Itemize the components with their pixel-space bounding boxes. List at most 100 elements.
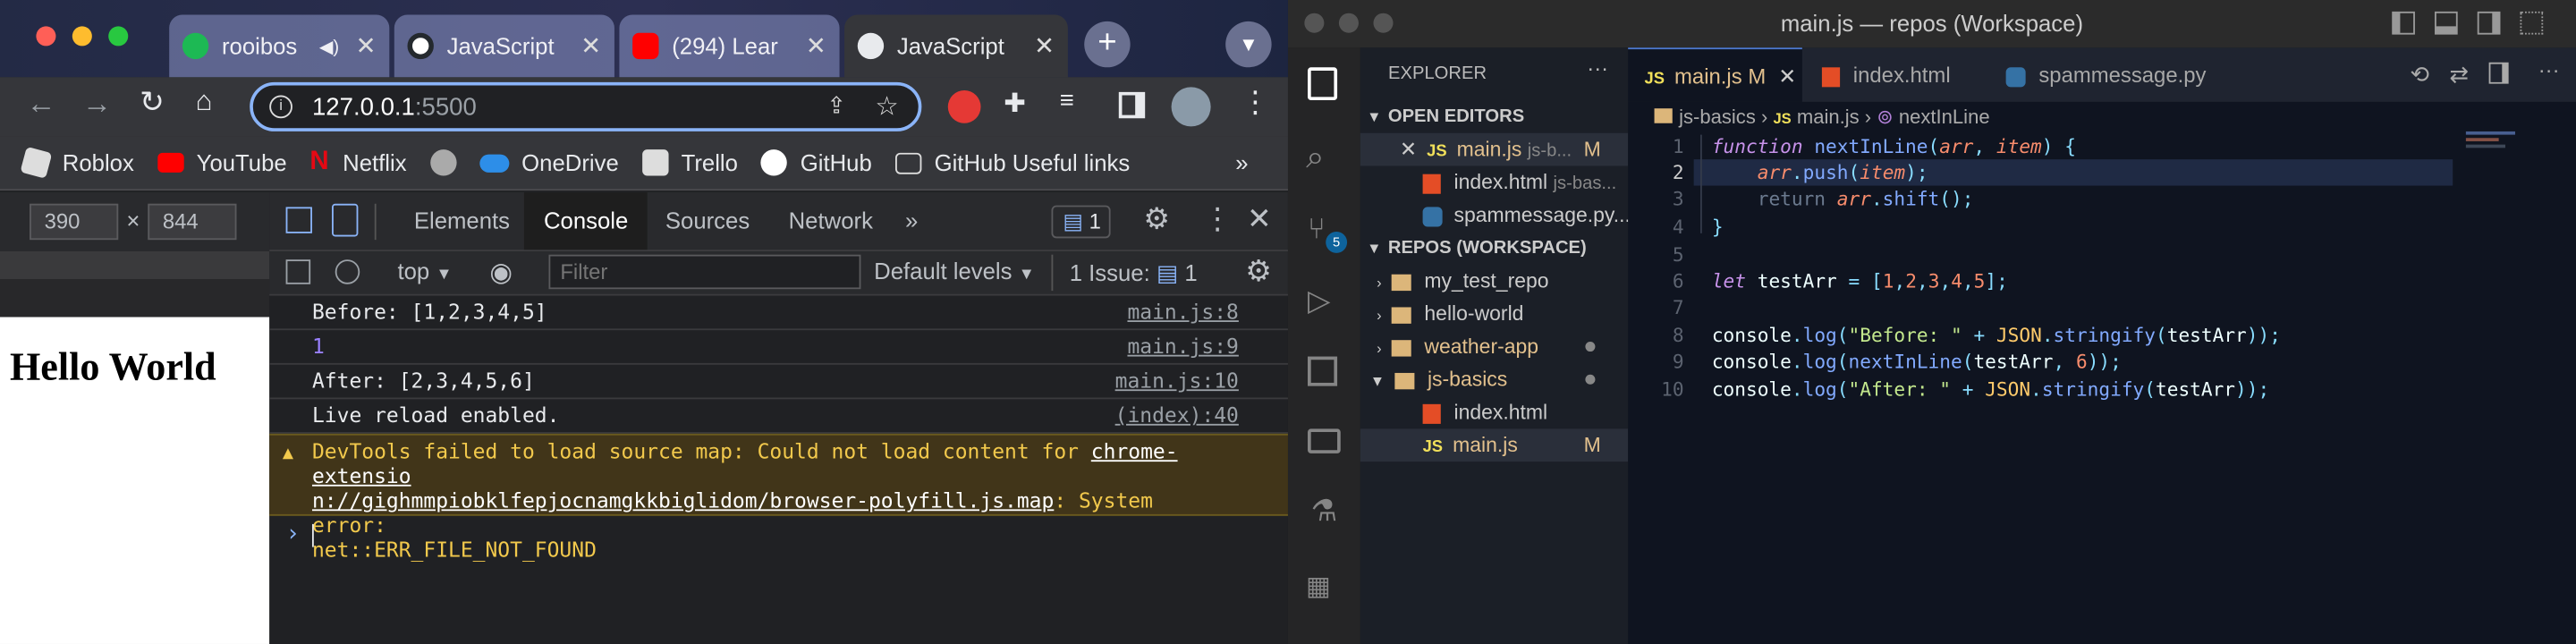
new-tab-button[interactable]: + (1084, 21, 1131, 68)
toggle-sidebar-icon[interactable] (2392, 11, 2415, 35)
console-input-cursor[interactable] (311, 523, 314, 547)
file-index-html[interactable]: index.html (1360, 396, 1628, 429)
more-tabs-button[interactable]: » (886, 192, 937, 250)
tab-youtube[interactable]: (294) Lear ✕ (619, 14, 840, 78)
profile-avatar[interactable] (1171, 87, 1211, 127)
tab-elements[interactable]: Elements (394, 192, 530, 250)
console-sidebar-icon[interactable] (285, 259, 311, 284)
toggle-secondary-sidebar-icon[interactable] (2477, 11, 2501, 35)
close-tab-icon[interactable]: ✕ (1034, 31, 1055, 61)
source-map-link-cont[interactable]: n://gighmmpiobklfepjocnamgkkbiglidom/bro… (312, 487, 1054, 513)
docker-icon[interactable]: ▦ (1306, 570, 1331, 603)
open-editor-index-html[interactable]: index.html js-bas... (1360, 166, 1628, 199)
run-debug-icon[interactable]: ▷ (1308, 284, 1330, 319)
customize-layout-icon[interactable] (2520, 11, 2544, 35)
forward-arrow-icon[interactable]: → (82, 87, 112, 122)
workspace-section[interactable]: ▼ REPOS (WORKSPACE) (1360, 232, 1628, 265)
search-icon[interactable]: ⌕ (1306, 140, 1325, 177)
source-link[interactable]: main.js:9 (1127, 330, 1238, 363)
issues-counter[interactable]: 1 Issue: ▤ 1 (1051, 254, 1198, 292)
bookmark-trello[interactable]: Trello (641, 149, 738, 176)
bookmark-roblox[interactable]: Roblox (20, 146, 134, 179)
address-bar[interactable]: i 127.0.0.1:5500 ⇪ ☆ (250, 81, 922, 131)
source-link[interactable]: main.js:10 (1115, 365, 1239, 398)
close-tab-icon[interactable]: ✕ (580, 31, 601, 61)
log-levels-dropdown[interactable]: Default levels ▼ (874, 258, 1035, 284)
close-window-button[interactable] (1304, 13, 1325, 33)
close-tab-icon[interactable]: ✕ (1778, 64, 1796, 89)
file-main-js[interactable]: JS main.js M (1360, 428, 1629, 462)
extensions-puzzle-icon[interactable]: ✚ (1004, 87, 1026, 120)
toggle-panel-icon[interactable] (2434, 11, 2458, 35)
device-toggle-icon[interactable] (332, 203, 359, 237)
site-info-icon[interactable]: i (269, 95, 292, 119)
bookmark-star-icon[interactable]: ☆ (875, 90, 898, 123)
minimap[interactable] (2465, 131, 2548, 165)
open-editor-spammessage-py[interactable]: spammessage.py... (1360, 199, 1628, 232)
ublock-icon[interactable] (947, 90, 981, 123)
remote-explorer-icon[interactable] (1308, 428, 1341, 453)
media-queue-icon[interactable]: ≡ (1060, 87, 1074, 114)
back-arrow-icon[interactable]: ← (26, 87, 55, 122)
live-expression-eye-icon[interactable]: ◉ (489, 257, 513, 290)
open-editors-section[interactable]: ▼ OPEN EDITORS (1360, 100, 1628, 133)
reload-icon[interactable]: ↻ (140, 86, 165, 121)
folder-weather-app[interactable]: › weather-app (1360, 330, 1628, 363)
tab-javascript-github[interactable]: JavaScript ✕ (394, 14, 614, 78)
close-tab-icon[interactable]: ✕ (356, 31, 377, 61)
bookmarks-overflow[interactable]: » (1235, 149, 1248, 175)
breadcrumb-folder[interactable]: js-basics (1679, 106, 1756, 129)
viewport-height-input[interactable]: 844 (148, 203, 237, 241)
compare-changes-icon[interactable]: ⇄ (2450, 61, 2470, 89)
tab-sources[interactable]: Sources (646, 192, 769, 250)
tab-network[interactable]: Network (769, 192, 893, 250)
tab-console[interactable]: Console (523, 191, 648, 250)
editor-more-icon[interactable]: ··· (2538, 57, 2560, 82)
breadcrumb-file[interactable]: main.js (1797, 106, 1860, 129)
split-editor-icon[interactable] (2488, 62, 2509, 84)
folder-my-test-repo[interactable]: › my_test_repo (1360, 265, 1628, 298)
bookmark-netflix[interactable]: N Netflix (309, 148, 406, 175)
console-settings-gear-icon[interactable]: ⚙ (1245, 255, 1272, 290)
extensions-icon[interactable] (1308, 356, 1338, 386)
side-panel-icon[interactable] (1118, 91, 1146, 119)
explorer-more-icon[interactable]: ··· (1587, 55, 1608, 80)
maximize-window-button[interactable] (108, 26, 129, 47)
tab-javascript-active[interactable]: JavaScript ✕ (844, 14, 1068, 78)
folder-hello-world[interactable]: › hello-world (1360, 297, 1628, 330)
bookmark-globe[interactable] (429, 149, 456, 176)
minimize-window-button[interactable] (1338, 13, 1359, 33)
breadcrumb-symbol[interactable]: nextInLine (1899, 106, 1990, 129)
testing-flask-icon[interactable]: ⚗ (1311, 495, 1338, 530)
close-icon[interactable]: ✕ (1400, 138, 1417, 161)
code-editor[interactable]: js-basics › JS main.js › ⊚ nextInLine 1 … (1628, 101, 2576, 644)
home-icon[interactable]: ⌂ (196, 86, 213, 119)
viewport-width-input[interactable]: 390 (30, 203, 119, 241)
open-editor-main-js[interactable]: ✕ JS main.js js-b... M (1360, 132, 1629, 166)
tab-rooibos[interactable]: rooibos ◀) ✕ (169, 14, 390, 78)
tab-search-chevron-icon[interactable]: ▼ (1225, 21, 1272, 68)
source-control-icon[interactable]: ⑂ (1308, 212, 1326, 247)
editor-tab-index-html[interactable]: index.html (1806, 47, 1990, 102)
console-filter-input[interactable] (548, 254, 861, 290)
context-selector[interactable]: top ▼ (397, 258, 452, 284)
minimize-window-button[interactable] (72, 26, 92, 47)
close-window-button[interactable] (36, 26, 56, 47)
editor-tab-main-js[interactable]: JS main.js M ✕ (1628, 47, 1802, 102)
issues-badge-button[interactable]: ▤ 1 (1051, 205, 1111, 239)
chrome-menu-icon[interactable]: ⋮ (1241, 86, 1270, 121)
clear-console-icon[interactable] (335, 259, 360, 284)
bookmark-youtube[interactable]: YouTube (157, 149, 287, 176)
bookmark-folder-github-useful-links[interactable]: GitHub Useful links (894, 149, 1130, 176)
editor-tab-spammessage-py[interactable]: spammessage.py (1989, 47, 2236, 102)
share-icon[interactable]: ⇪ (826, 92, 846, 120)
bookmark-github[interactable]: GitHub (760, 149, 872, 176)
close-tab-icon[interactable]: ✕ (806, 31, 826, 61)
bookmark-onedrive[interactable]: OneDrive (479, 149, 619, 176)
close-devtools-icon[interactable]: ✕ (1247, 202, 1272, 237)
timeline-history-icon[interactable]: ⟲ (2410, 61, 2429, 89)
source-link[interactable]: main.js:8 (1127, 296, 1238, 329)
settings-gear-icon[interactable]: ⚙ (1143, 202, 1170, 237)
source-link[interactable]: (index):40 (1115, 399, 1239, 432)
inspect-element-icon[interactable] (285, 207, 312, 233)
